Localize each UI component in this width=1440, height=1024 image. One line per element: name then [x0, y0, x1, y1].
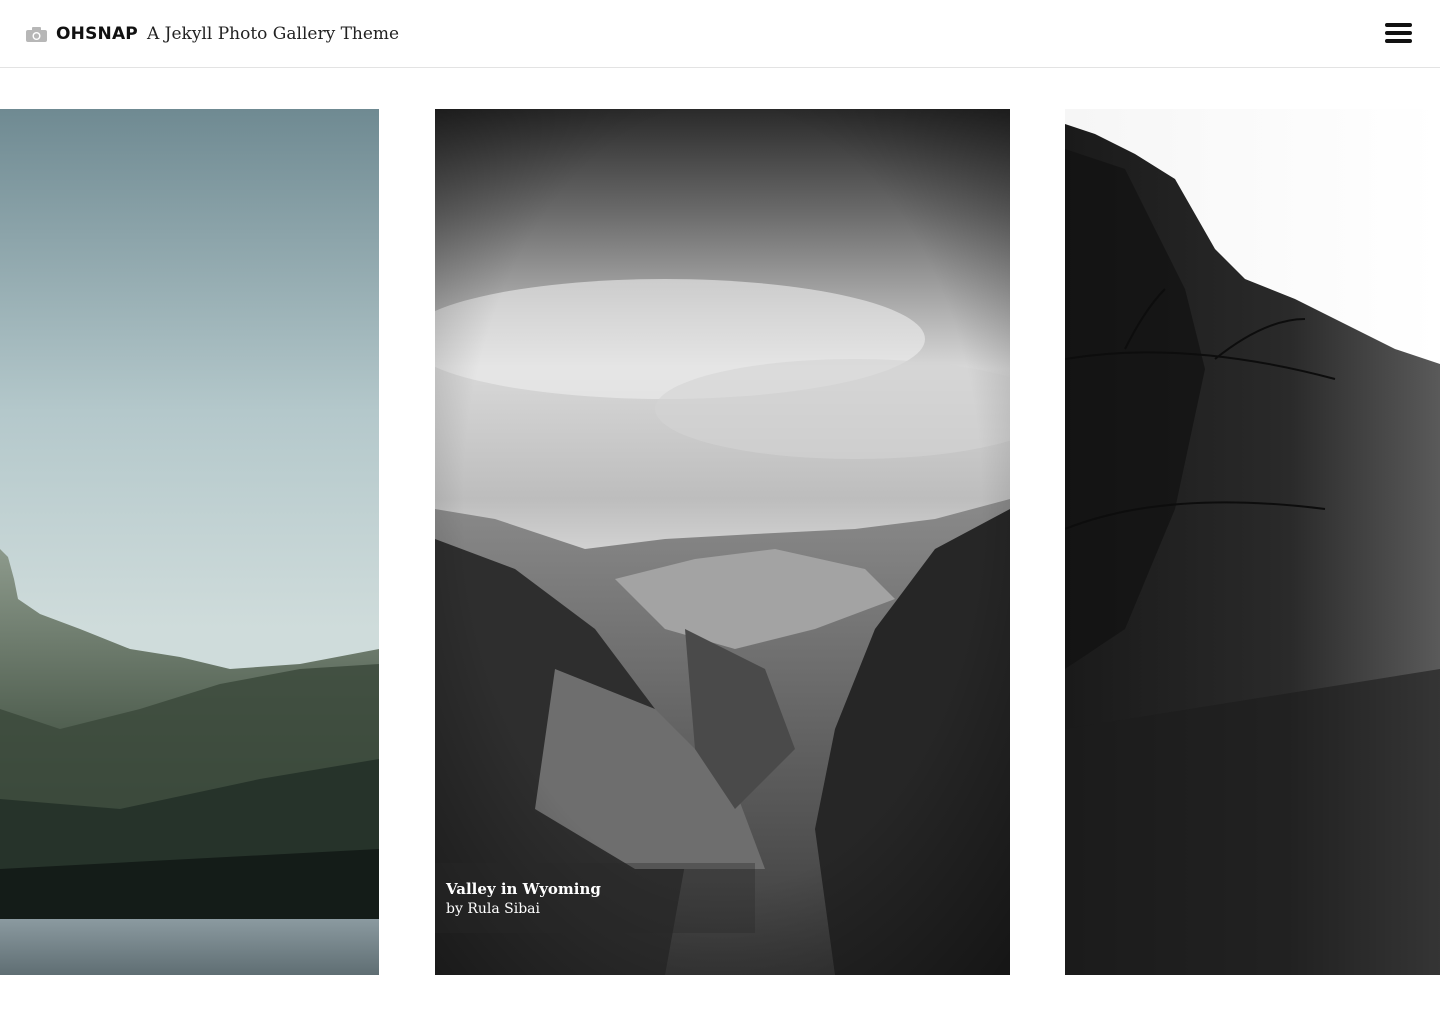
brand-name: OHSNAP	[56, 24, 138, 44]
photo-pine-ridge[interactable]	[1065, 109, 1440, 975]
photo-image	[435, 109, 1010, 975]
photo-gallery: Valley in Wyoming by Rula Sibai	[0, 0, 1440, 1024]
photo-caption: Valley in Wyoming by Rula Sibai	[435, 863, 755, 933]
photo-image	[1065, 109, 1440, 975]
photo-mountain-lake[interactable]	[0, 109, 379, 975]
caption-title: Valley in Wyoming	[446, 880, 601, 898]
menu-button[interactable]	[1383, 20, 1413, 46]
caption-credit: by Rula Sibai	[446, 901, 541, 917]
camera-icon	[26, 26, 47, 42]
site-logo-link[interactable]: OHSNAP A Jekyll Photo Gallery Theme	[26, 20, 399, 48]
site-header: OHSNAP A Jekyll Photo Gallery Theme	[0, 0, 1440, 68]
brand-tagline: A Jekyll Photo Gallery Theme	[146, 24, 400, 44]
photo-image	[0, 109, 379, 975]
photo-valley[interactable]: Valley in Wyoming by Rula Sibai	[435, 109, 1010, 975]
